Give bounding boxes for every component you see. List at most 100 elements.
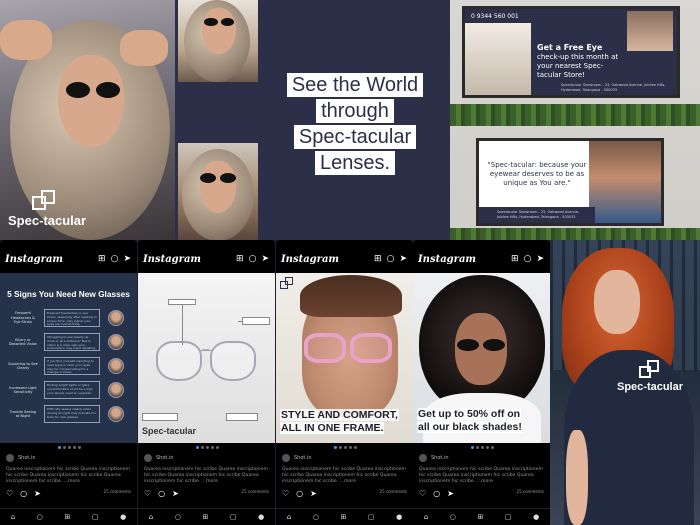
- search-icon[interactable]: ○: [450, 513, 456, 521]
- comment-count[interactable]: 25 comments: [377, 489, 407, 494]
- comment-icon[interactable]: ○: [20, 489, 27, 498]
- search-icon[interactable]: ○: [37, 513, 43, 521]
- post-caption: Quarea inscriptionem hic scribe Quarea i…: [144, 467, 268, 484]
- heart-icon[interactable]: ♡: [6, 489, 13, 498]
- headline-line-2: ALL IN ONE FRAME.: [280, 422, 385, 434]
- comment-icon[interactable]: ○: [296, 489, 303, 498]
- list-item: Blurry or Distorted Vision Struggling to…: [8, 331, 129, 353]
- billboard-quote: "Spec-tacular: because your eyewear dese…: [476, 138, 664, 226]
- shop-icon[interactable]: ▢: [368, 513, 375, 521]
- post-user[interactable]: Shot.in: [6, 454, 36, 462]
- send-icon[interactable]: ➤: [536, 254, 544, 264]
- sign-label: Trouble Seeing at Night: [9, 409, 37, 419]
- comment-icon[interactable]: ○: [158, 489, 165, 498]
- add-icon[interactable]: ⊞: [340, 513, 346, 521]
- sign-photo: [108, 382, 124, 398]
- home-icon[interactable]: ⌂: [149, 513, 153, 521]
- add-icon[interactable]: ⊞: [511, 254, 519, 264]
- share-icon[interactable]: ➤: [34, 489, 41, 498]
- send-icon[interactable]: ➤: [399, 254, 407, 264]
- sign-photo: [108, 310, 124, 326]
- hedge: [450, 104, 700, 126]
- home-icon[interactable]: ⌂: [11, 513, 15, 521]
- shop-icon[interactable]: ▢: [505, 513, 512, 521]
- avatar[interactable]: [419, 454, 427, 462]
- model-face: [594, 270, 640, 334]
- hedge: [450, 228, 700, 240]
- add-icon[interactable]: ⊞: [202, 513, 208, 521]
- comment-count[interactable]: 25 comments: [514, 489, 544, 494]
- home-icon[interactable]: ⌂: [287, 513, 291, 521]
- profile-icon[interactable]: ●: [396, 513, 402, 521]
- sign-label: Squinting to See Clearly: [8, 361, 38, 371]
- billboard2-quote: "Spec-tacular: because your eyewear dese…: [487, 161, 587, 187]
- add-icon[interactable]: ⊞: [374, 254, 382, 264]
- logo-mark-icon: [32, 190, 58, 212]
- hero-photo-bottom: [178, 143, 258, 240]
- post-media: Get up to 50% off on all our black shade…: [413, 273, 550, 443]
- avatar[interactable]: [6, 454, 14, 462]
- profile-icon[interactable]: ●: [120, 513, 126, 521]
- send-icon[interactable]: ➤: [123, 254, 131, 264]
- post-user[interactable]: Shot.in: [419, 454, 449, 462]
- phone-number: 0 9344 560 001: [471, 13, 519, 20]
- search-icon[interactable]: ○: [524, 254, 532, 264]
- billboard2-address: Spectacular Showroom - 23, Oakwood Avenu…: [479, 207, 595, 223]
- billboard1-body: check-up this month at your nearest Spec…: [537, 53, 619, 79]
- post-user[interactable]: Shot.in: [282, 454, 312, 462]
- avatar[interactable]: [282, 454, 290, 462]
- list-item: Trouble Seeing at Night Difficulty seein…: [8, 403, 129, 425]
- send-icon[interactable]: ➤: [261, 254, 269, 264]
- share-icon[interactable]: ➤: [310, 489, 317, 498]
- comment-count[interactable]: 25 comments: [239, 489, 269, 494]
- callout-box: [226, 413, 258, 421]
- tagline-line-2: through: [316, 99, 394, 123]
- tagline-line-4: Lenses.: [314, 151, 396, 175]
- avatar[interactable]: [144, 454, 152, 462]
- username[interactable]: Shot.in: [18, 455, 36, 461]
- instagram-post-discount: Instagram ⊞ ○ ➤ Get up to 50% off on all…: [413, 240, 550, 525]
- instagram-post-frames: Instagram ⊞ ○ ➤ Spec-tacular Shot.in Qua…: [138, 240, 275, 525]
- profile-icon[interactable]: ●: [258, 513, 264, 521]
- post-media: STYLE AND COMFORT, ALL IN ONE FRAME.: [276, 273, 413, 443]
- profile-icon[interactable]: ●: [533, 513, 539, 521]
- woman-with-glasses-photo: [589, 141, 661, 223]
- tagline-line-1: See the World: [286, 73, 424, 97]
- search-icon[interactable]: ○: [249, 254, 257, 264]
- search-icon[interactable]: ○: [175, 513, 181, 521]
- post-user[interactable]: Shot.in: [144, 454, 174, 462]
- billboard1-headline: Get a Free Eye: [537, 43, 603, 52]
- brand-name: Spec-tacular: [616, 381, 684, 393]
- post-media: Spec-tacular: [138, 273, 275, 443]
- heart-icon[interactable]: ♡: [144, 489, 151, 498]
- billboard1-address: Spectacular Showroom - 23, Oakwood Avenu…: [561, 83, 666, 92]
- sign-label: Frequent Headaches & Eye Strain: [11, 311, 35, 325]
- heart-icon[interactable]: ♡: [419, 489, 426, 498]
- search-icon[interactable]: ○: [313, 513, 319, 521]
- sign-label: Increased Light Sensitivity: [9, 385, 37, 395]
- username[interactable]: Shot.in: [294, 455, 312, 461]
- username[interactable]: Shot.in: [431, 455, 449, 461]
- sign-text: If you find yourself squinting to read s…: [44, 357, 100, 375]
- share-icon[interactable]: ➤: [172, 489, 179, 498]
- heart-icon[interactable]: ♡: [282, 489, 289, 498]
- add-icon[interactable]: ⊞: [98, 254, 106, 264]
- search-icon[interactable]: ○: [387, 254, 395, 264]
- add-icon[interactable]: ⊞: [64, 513, 70, 521]
- username[interactable]: Shot.in: [156, 455, 174, 461]
- share-icon[interactable]: ➤: [447, 489, 454, 498]
- instagram-wordmark: Instagram: [143, 254, 201, 265]
- add-icon[interactable]: ⊞: [477, 513, 483, 521]
- sign-text: Difficulty seeing clearly while driving …: [44, 405, 100, 423]
- brand-logo: Spec-tacular: [8, 190, 98, 228]
- post-headline: Get up to 50% off on all our black shade…: [417, 408, 547, 434]
- shop-icon[interactable]: ▢: [230, 513, 237, 521]
- comment-count[interactable]: 25 comments: [101, 489, 131, 494]
- search-icon[interactable]: ○: [111, 254, 119, 264]
- add-icon[interactable]: ⊞: [236, 254, 244, 264]
- post-caption: Quarea inscriptionem hic scribe Quarea i…: [419, 467, 543, 484]
- instagram-header: Instagram ⊞ ○ ➤: [413, 240, 550, 273]
- shop-icon[interactable]: ▢: [92, 513, 99, 521]
- comment-icon[interactable]: ○: [433, 489, 440, 498]
- home-icon[interactable]: ⌂: [424, 513, 428, 521]
